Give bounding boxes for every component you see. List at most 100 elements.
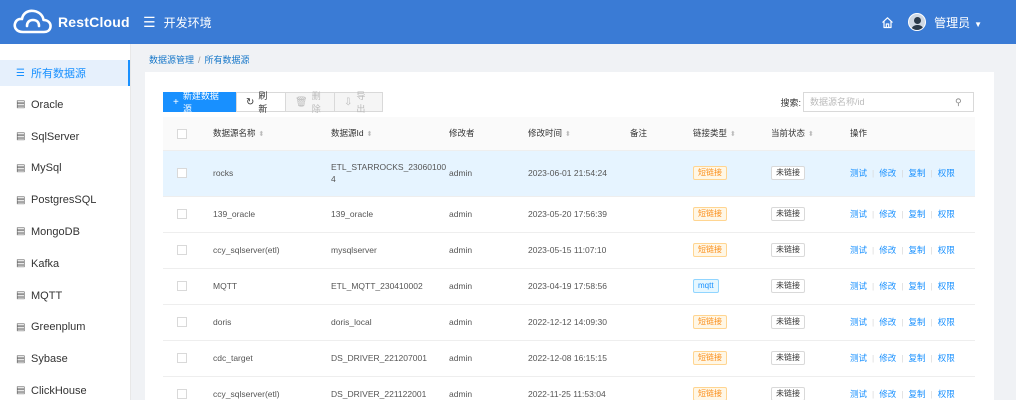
- sidebar-item[interactable]: ▤ Greenplum: [0, 314, 130, 340]
- delete-button[interactable]: 🗑 删除: [285, 91, 335, 114]
- breadcrumb-parent[interactable]: 数据源管理: [149, 55, 194, 65]
- copy-link[interactable]: 复制: [908, 245, 925, 255]
- copy-link[interactable]: 复制: [908, 317, 925, 327]
- sidebar-item[interactable]: ▤ PostgresSQL: [0, 187, 130, 213]
- sort-icon: ⬍: [565, 131, 571, 139]
- edit-link[interactable]: 修改: [879, 317, 896, 327]
- table-row[interactable]: MQTT ETL_MQTT_230410002 admin 2023-04-19 17…: [163, 268, 975, 305]
- test-link[interactable]: 测试: [850, 353, 867, 363]
- status-badge: 未链接: [771, 243, 805, 257]
- table-row[interactable]: rocks ETL_STARROCKS_23060100 4 admin 2023-0…: [163, 150, 975, 197]
- test-link[interactable]: 测试: [850, 168, 867, 178]
- sidebar-item[interactable]: ▤ Sybase: [0, 346, 130, 372]
- test-link[interactable]: 测试: [850, 389, 867, 399]
- sidebar-item-label: Sybase: [31, 353, 68, 366]
- permission-link[interactable]: 权限: [938, 353, 955, 363]
- select-all-checkbox[interactable]: [177, 128, 187, 139]
- permission-link[interactable]: 权限: [938, 209, 955, 219]
- permission-link[interactable]: 权限: [938, 281, 955, 291]
- action-separator: |: [930, 245, 933, 255]
- cell-modifier: admin: [449, 376, 528, 400]
- row-checkbox-cell: [163, 304, 213, 341]
- column-header-name[interactable]: 数据源名称 ⬍: [213, 117, 331, 151]
- column-header-time[interactable]: 修改时间 ⬍: [528, 117, 630, 151]
- action-separator: |: [901, 168, 904, 178]
- permission-link[interactable]: 权限: [938, 245, 955, 255]
- plus-icon: +: [173, 96, 179, 108]
- cell-name: ccy_sqlserver(etl): [213, 376, 331, 400]
- cell-time: 2022-12-08 16:15:15: [528, 340, 630, 377]
- refresh-icon: ↻: [246, 96, 255, 108]
- avatar[interactable]: [908, 13, 927, 31]
- action-separator: |: [930, 317, 933, 327]
- row-checkbox[interactable]: [177, 353, 187, 364]
- permission-link[interactable]: 权限: [938, 168, 955, 178]
- breadcrumb-separator: /: [198, 55, 201, 65]
- status-badge: 未链接: [771, 315, 805, 329]
- home-icon[interactable]: [881, 16, 894, 29]
- table-header-row: 数据源名称 ⬍ 数据源Id ⬍ 修改者 修改时间 ⬍ 备注 链接类型 ⬍ 当前状态 ⬍ 操…: [163, 117, 975, 151]
- table-row[interactable]: doris doris_local admin 2022-12-12 14:09:30…: [163, 304, 975, 341]
- new-datasource-button[interactable]: + 新建数据源: [163, 91, 237, 114]
- copy-link[interactable]: 复制: [908, 281, 925, 291]
- environment-label: 开发环境: [163, 15, 212, 30]
- copy-link[interactable]: 复制: [908, 168, 925, 178]
- brand-name: RestCloud: [58, 14, 130, 30]
- action-separator: |: [930, 168, 933, 178]
- permission-link[interactable]: 权限: [938, 317, 955, 327]
- edit-link[interactable]: 修改: [879, 209, 896, 219]
- copy-link[interactable]: 复制: [908, 209, 925, 219]
- copy-link[interactable]: 复制: [908, 389, 925, 399]
- menu-icon[interactable]: ☰: [143, 14, 156, 31]
- cell-note: [630, 232, 693, 269]
- column-header-id[interactable]: 数据源Id ⬍: [331, 117, 449, 151]
- column-header-link-type[interactable]: 链接类型 ⬍: [693, 117, 771, 151]
- sidebar-item[interactable]: ▤ ClickHouse: [0, 378, 130, 400]
- column-header-status[interactable]: 当前状态 ⬍: [771, 117, 850, 151]
- search-label: 搜索:: [780, 97, 801, 108]
- search-input[interactable]: [810, 97, 955, 107]
- brand-logo[interactable]: RestCloud: [0, 0, 131, 44]
- cell-link-type: 短链接: [693, 340, 771, 377]
- export-button[interactable]: ⇩ 导出: [334, 91, 383, 114]
- sidebar-item[interactable]: ▤ Oracle: [0, 92, 130, 118]
- row-checkbox-cell: [163, 196, 213, 233]
- test-link[interactable]: 测试: [850, 209, 867, 219]
- user-menu[interactable]: 管理员 ▼: [934, 14, 982, 31]
- test-link[interactable]: 测试: [850, 245, 867, 255]
- refresh-label: 刷新: [258, 91, 268, 114]
- edit-link[interactable]: 修改: [879, 168, 896, 178]
- environment-switcher[interactable]: ☰ 开发环境: [143, 14, 212, 31]
- table-row[interactable]: cdc_target DS_DRIVER_221207001 admin 2022-1…: [163, 340, 975, 377]
- test-link[interactable]: 测试: [850, 281, 867, 291]
- row-checkbox[interactable]: [177, 209, 187, 220]
- sidebar-item[interactable]: ▤ Kafka: [0, 251, 130, 277]
- table-row[interactable]: ccy_sqlserver(etl) mysqlserver admin 2023-0…: [163, 232, 975, 269]
- sidebar-item[interactable]: ▤ MQTT: [0, 283, 130, 309]
- permission-link[interactable]: 权限: [938, 389, 955, 399]
- row-checkbox[interactable]: [177, 281, 187, 292]
- sidebar-item[interactable]: ▤ MongoDB: [0, 219, 130, 245]
- sidebar-item[interactable]: ▤ MySql: [0, 155, 130, 181]
- sort-icon: ⬍: [366, 131, 373, 139]
- row-checkbox[interactable]: [177, 317, 187, 328]
- sidebar-item[interactable]: ▤ SqlServer: [0, 124, 130, 150]
- row-checkbox[interactable]: [177, 245, 187, 256]
- refresh-button[interactable]: ↻ 刷新: [236, 91, 286, 114]
- table-row[interactable]: 139_oracle 139_oracle admin 2023-05-20 17:5…: [163, 196, 975, 233]
- edit-link[interactable]: 修改: [879, 281, 896, 291]
- table-row[interactable]: ccy_sqlserver(etl) DS_DRIVER_221122001 adm…: [163, 376, 975, 400]
- sidebar-item[interactable]: ☰ 所有数据源: [0, 60, 130, 86]
- cell-status: 未链接: [771, 196, 850, 233]
- status-badge: 未链接: [771, 207, 805, 221]
- edit-link[interactable]: 修改: [879, 245, 896, 255]
- edit-link[interactable]: 修改: [879, 389, 896, 399]
- cell-time: 2023-05-15 11:07:10: [528, 232, 630, 269]
- row-checkbox[interactable]: [177, 389, 187, 400]
- edit-link[interactable]: 修改: [879, 353, 896, 363]
- test-link[interactable]: 测试: [850, 317, 867, 327]
- sidebar-item-label: MongoDB: [31, 225, 80, 238]
- row-checkbox[interactable]: [177, 168, 187, 179]
- copy-link[interactable]: 复制: [908, 353, 925, 363]
- search-icon[interactable]: ⚲: [955, 97, 962, 108]
